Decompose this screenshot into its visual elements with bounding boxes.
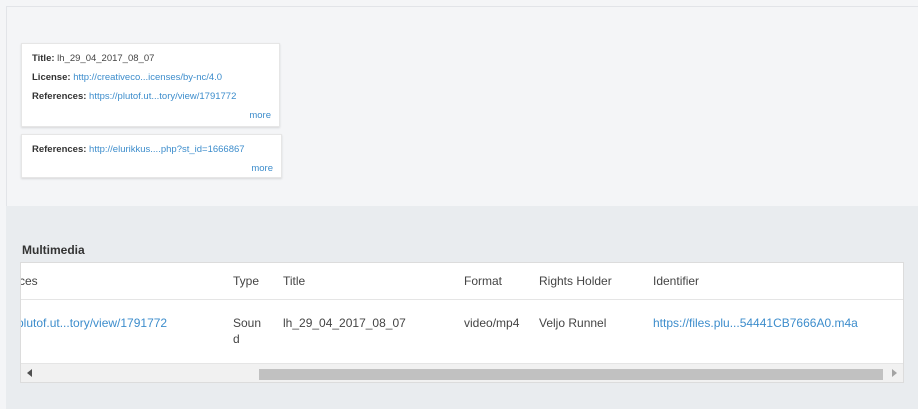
- cell-identifier-link[interactable]: https://files.plu...54441CB7666A0.m4a: [653, 315, 858, 331]
- card-references-row: References: http://elurikkus....php?st_i…: [32, 140, 273, 159]
- scroll-right-arrow-icon[interactable]: [892, 369, 897, 377]
- scrollbar-thumb[interactable]: [259, 369, 883, 380]
- card-references-label: References:: [32, 144, 87, 155]
- card-references-row: References: https://plutof.ut...tory/vie…: [32, 87, 271, 106]
- column-header-references[interactable]: ces: [21, 274, 38, 288]
- cell-title: lh_29_04_2017_08_07: [283, 316, 406, 330]
- card-more-link[interactable]: more: [251, 162, 273, 176]
- card-more-link[interactable]: more: [249, 109, 271, 123]
- card-title-label: Title:: [32, 53, 55, 64]
- card-title-row: Title: lh_29_04_2017_08_07: [32, 49, 271, 68]
- table-header: ces Type Title Format Rights Holder Iden…: [21, 263, 903, 300]
- reference-card: Title: lh_29_04_2017_08_07 License: http…: [21, 43, 280, 127]
- horizontal-scrollbar[interactable]: [21, 363, 903, 382]
- scroll-left-arrow-icon[interactable]: [27, 369, 32, 377]
- card-license-link[interactable]: http://creativeco...icenses/by-nc/4.0: [73, 72, 222, 83]
- cell-rights-holder: Veljo Runnel: [539, 316, 607, 330]
- column-header-type[interactable]: Type: [233, 274, 259, 288]
- column-header-title[interactable]: Title: [283, 274, 305, 288]
- multimedia-table: ces Type Title Format Rights Holder Iden…: [20, 262, 904, 383]
- column-header-identifier[interactable]: Identifier: [653, 274, 699, 288]
- multimedia-section-title: Multimedia: [22, 243, 85, 257]
- column-header-format[interactable]: Format: [464, 274, 502, 288]
- cell-format: video/mp4: [464, 316, 520, 330]
- card-license-row: License: http://creativeco...icenses/by-…: [32, 68, 271, 87]
- reference-card: References: http://elurikkus....php?st_i…: [21, 134, 282, 178]
- column-header-rights-holder[interactable]: Rights Holder: [539, 274, 612, 288]
- card-references-label: References:: [32, 91, 87, 102]
- card-references-link[interactable]: https://plutof.ut...tory/view/1791772: [89, 91, 236, 102]
- cell-references-link[interactable]: plutof.ut...tory/view/1791772: [21, 315, 167, 331]
- card-license-label: License:: [32, 72, 71, 83]
- card-title-value: lh_29_04_2017_08_07: [57, 53, 155, 64]
- cell-type: Sound: [233, 316, 262, 346]
- card-references-link[interactable]: http://elurikkus....php?st_id=1666867: [89, 144, 245, 155]
